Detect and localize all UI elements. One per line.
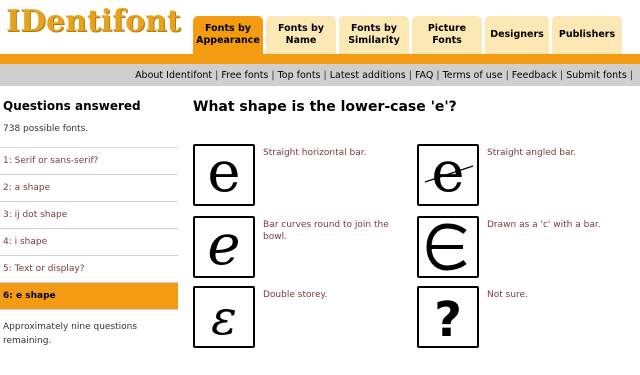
nav-separator: | (323, 69, 327, 81)
header-accent-bar (0, 54, 640, 64)
sidebar-title: Questions answered (3, 99, 141, 113)
nav-separator: | (560, 69, 564, 81)
nav-bar: About Identifont | Free fonts | Top fonts |… (0, 64, 640, 86)
nav-separator: | (215, 69, 219, 81)
nav-separator: | (505, 69, 509, 81)
svg-text:e: e (207, 218, 240, 276)
nav-submit-fonts[interactable]: Submit fonts (566, 70, 627, 81)
identifont-logo[interactable]: IDentifont (6, 4, 181, 39)
nav-feedback[interactable]: Feedback (512, 70, 557, 81)
nav-latest-additions[interactable]: Latest additions (330, 70, 406, 81)
svg-text:e: e (431, 146, 464, 204)
e-angled-bar-icon[interactable]: e (417, 144, 479, 206)
tab-fonts-by-similarity[interactable]: Fonts by Similarity (339, 16, 409, 54)
e-straight-bar-icon[interactable]: e (193, 144, 255, 206)
svg-text:e: e (207, 146, 240, 204)
e-double-storey-icon[interactable]: ε (193, 286, 255, 348)
tab-picture-fonts[interactable]: Picture Fonts (412, 16, 482, 54)
sidebar-item-text-or-display[interactable]: 5: Text or display? (0, 256, 178, 283)
svg-text:ε: ε (211, 290, 237, 346)
option-label: Straight horizontal bar. (263, 148, 367, 158)
question-mark-icon[interactable]: ? (417, 286, 479, 348)
e-curved-bar-icon[interactable]: e (193, 216, 255, 278)
option-not-sure[interactable]: ? Not sure. (417, 286, 627, 351)
nav-separator: | (629, 69, 633, 81)
header: IDentifont Fonts by Appearance Fonts by … (0, 0, 640, 56)
tab-fonts-by-name[interactable]: Fonts by Name (266, 16, 336, 54)
sidebar-item-ij-dot-shape[interactable]: 3: ij dot shape (0, 202, 178, 229)
nav-terms-of-use[interactable]: Terms of use (443, 70, 503, 81)
nav-about[interactable]: About Identifont (135, 70, 212, 81)
option-curved-bar[interactable]: e Bar curves round to join the bowl. (193, 216, 403, 281)
option-label: Not sure. (487, 290, 528, 300)
sidebar-item-e-shape[interactable]: 6: e shape (0, 283, 178, 310)
sidebar: Questions answered 738 possible fonts. 1… (0, 96, 178, 348)
main-tabs: Fonts by Appearance Fonts by Name Fonts … (193, 16, 622, 54)
nav-faq[interactable]: FAQ (415, 70, 433, 81)
nav-free-fonts[interactable]: Free fonts (221, 70, 268, 81)
option-label: Double storey. (263, 290, 328, 300)
e-c-with-bar-icon[interactable] (417, 216, 479, 278)
nav-separator: | (271, 69, 275, 81)
questions-remaining-note: Approximately nine questions remaining. (3, 322, 138, 346)
tab-designers[interactable]: Designers (485, 16, 549, 54)
possible-fonts-count: 738 possible fonts. (0, 118, 178, 148)
option-label: Straight angled bar. (487, 148, 577, 158)
sidebar-item-serif[interactable]: 1: Serif or sans-serif? (0, 148, 178, 175)
question-heading: What shape is the lower-case 'e'? (193, 99, 457, 115)
option-label: Drawn as a 'c' with a bar. (487, 220, 601, 230)
nav-separator: | (436, 69, 440, 81)
sidebar-item-a-shape[interactable]: 2: a shape (0, 175, 178, 202)
option-angled-bar[interactable]: e Straight angled bar. (417, 144, 627, 209)
option-double-storey[interactable]: ε Double storey. (193, 286, 403, 351)
tab-publishers[interactable]: Publishers (552, 16, 622, 54)
option-label: Bar curves round to join the bowl. (263, 220, 389, 242)
tab-fonts-by-appearance[interactable]: Fonts by Appearance (193, 16, 263, 54)
nav-separator: | (408, 69, 412, 81)
nav-top-fonts[interactable]: Top fonts (278, 70, 321, 81)
option-c-with-bar[interactable]: Drawn as a 'c' with a bar. (417, 216, 627, 281)
svg-text:?: ? (434, 292, 462, 346)
option-straight-bar[interactable]: e Straight horizontal bar. (193, 144, 403, 209)
sidebar-item-i-shape[interactable]: 4: i shape (0, 229, 178, 256)
